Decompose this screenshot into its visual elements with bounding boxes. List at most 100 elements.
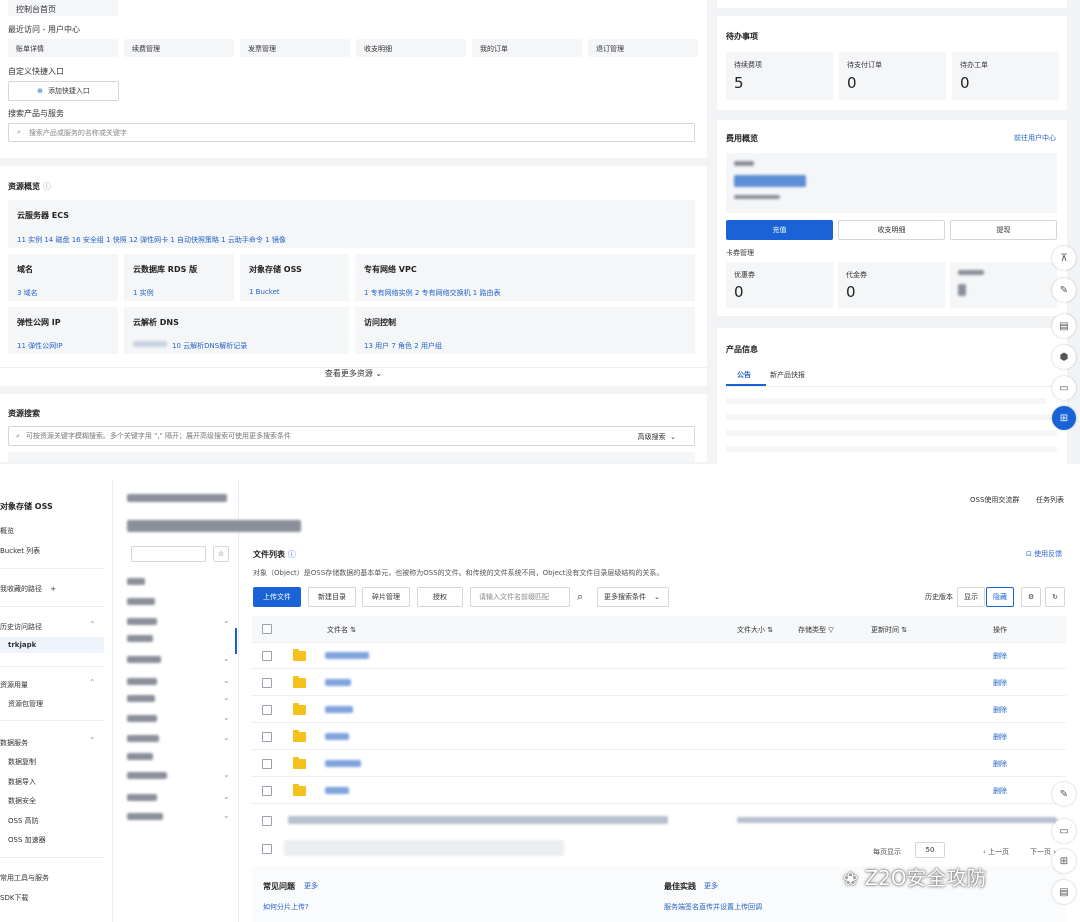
document-icon[interactable]: ▤: [1052, 314, 1076, 338]
nav-resource-pack[interactable]: 资源包管理: [8, 699, 43, 709]
best-practice-more-link[interactable]: 更多: [704, 881, 718, 891]
file-name-link-blurred[interactable]: [325, 679, 351, 686]
row-checkbox[interactable]: [262, 844, 272, 854]
resource-tile[interactable]: 域名 3 域名: [8, 254, 118, 301]
chevron-up-icon[interactable]: ⌃: [89, 736, 96, 745]
back-to-top-icon[interactable]: ⊼: [1052, 246, 1076, 270]
recent-item-1[interactable]: 续费管理: [124, 39, 234, 57]
authorize-button[interactable]: 授权: [417, 587, 463, 607]
resource-tile[interactable]: 云解析 DNS 10 云解析DNS解析记录: [124, 307, 349, 354]
chevron-up-icon[interactable]: ⌃: [89, 678, 96, 687]
more-resources-link[interactable]: 查看更多资源 ⌄: [0, 367, 707, 379]
recent-item-3[interactable]: 收支明细: [356, 39, 466, 57]
best-practice-item-link[interactable]: 服务端签名直传并设置上传回调: [664, 902, 762, 912]
row-checkbox[interactable]: [262, 759, 272, 769]
chevron-down-icon[interactable]: ⌄: [223, 676, 230, 685]
fee-card[interactable]: 代金券 0: [838, 262, 945, 308]
row-checkbox[interactable]: [262, 651, 272, 661]
user-center-link[interactable]: 前往用户中心: [1014, 133, 1056, 143]
delete-link[interactable]: 删除: [993, 678, 1007, 688]
chevron-up-icon[interactable]: ⌃: [89, 620, 96, 629]
add-entry-button[interactable]: ⊕ 添加快捷入口: [8, 81, 119, 101]
file-name-link-blurred[interactable]: [325, 760, 361, 767]
tree-scroll-indicator[interactable]: [235, 628, 237, 654]
row-checkbox[interactable]: [262, 732, 272, 742]
chat-icon[interactable]: ▭: [1052, 376, 1076, 400]
file-prefix-search-input[interactable]: 请输入文件名前缀匹配: [470, 587, 570, 607]
prev-page[interactable]: ‹ 上一页: [983, 847, 1009, 857]
recent-item-0[interactable]: 账单详情: [8, 39, 118, 57]
nav-data-item[interactable]: OSS 加速器: [8, 835, 46, 845]
chevron-down-icon[interactable]: ⌄: [223, 770, 230, 779]
advanced-search-toggle[interactable]: 高级搜索 ⌄: [638, 432, 676, 442]
withdraw-button[interactable]: 提现: [950, 220, 1057, 240]
feedback-link[interactable]: ⊡ 使用反馈: [1026, 549, 1062, 559]
edit-icon[interactable]: ✎: [1052, 278, 1076, 302]
grid-icon[interactable]: ⊞: [1052, 849, 1076, 873]
ecs-tile[interactable]: 云服务器 ECS 11 实例 14 磁盘 16 安全组 1 快照 12 弹性网卡…: [8, 200, 695, 248]
delete-link[interactable]: 删除: [993, 759, 1007, 769]
product-search-input[interactable]: ⌕ 搜索产品或服务的名称或关键字: [8, 123, 695, 142]
nav-data-item[interactable]: 数据复制: [8, 757, 36, 767]
delete-link[interactable]: 删除: [993, 732, 1007, 742]
oss-group-link[interactable]: OSS使用交流群: [970, 495, 1019, 505]
per-page-select[interactable]: 50: [915, 842, 945, 858]
nav-data-item[interactable]: 数据导入: [8, 777, 36, 787]
tree-search-input[interactable]: [131, 546, 206, 562]
todo-item[interactable]: 待办工单 0: [952, 52, 1059, 100]
show-toggle[interactable]: 显示: [957, 587, 985, 607]
nav-favorites[interactable]: 我收藏的路径 +: [0, 584, 56, 594]
cube-icon[interactable]: ⬢: [1052, 345, 1076, 369]
resource-search-input[interactable]: ⌕ 可按资源关键字模糊搜索。多个关键字用 "," 隔开；展开高级搜索可使用更多搜索…: [8, 426, 695, 446]
row-checkbox[interactable]: [262, 786, 272, 796]
recharge-button[interactable]: 充值: [726, 220, 833, 240]
nav-resource-group[interactable]: 资源用量: [0, 680, 28, 690]
chevron-down-icon[interactable]: ⌄: [223, 654, 230, 663]
console-home-link[interactable]: 控制台首页: [8, 0, 118, 16]
fee-card[interactable]: 优惠券 0: [726, 262, 833, 308]
upload-button[interactable]: 上传文件: [253, 587, 301, 607]
row-checkbox[interactable]: [262, 678, 272, 688]
new-directory-button[interactable]: 新建目录: [308, 587, 356, 607]
chevron-down-icon[interactable]: ⌄: [223, 693, 230, 702]
nav-overview[interactable]: 概览: [0, 526, 14, 536]
col-size[interactable]: 文件大小 ⇅: [737, 625, 773, 635]
chevron-down-icon[interactable]: ⌄: [223, 733, 230, 742]
file-name-link-blurred[interactable]: [325, 652, 369, 659]
resource-tile[interactable]: 弹性公网 IP 11 弹性公网IP: [8, 307, 118, 354]
task-list-link[interactable]: 任务列表: [1036, 495, 1064, 505]
resource-tile[interactable]: 访问控制 13 用户 7 角色 2 用户组: [355, 307, 695, 354]
resource-tile[interactable]: 专有网络 VPC 1 专有网络实例 2 专有网络交换机 1 路由表: [355, 254, 695, 301]
chevron-down-icon[interactable]: ⌄: [223, 792, 230, 801]
file-name-link-blurred[interactable]: [325, 706, 353, 713]
star-icon[interactable]: ☆: [213, 546, 229, 562]
col-storage[interactable]: 存储类型 ▽: [798, 625, 834, 635]
nav-sdk-download[interactable]: SDK下载: [0, 893, 28, 903]
todo-item[interactable]: 待支付订单 0: [839, 52, 946, 100]
fragments-button[interactable]: 碎片管理: [362, 587, 410, 607]
fee-details-button[interactable]: 收支明细: [838, 220, 945, 240]
delete-link[interactable]: 删除: [993, 786, 1007, 796]
tab-announcements[interactable]: 公告: [737, 370, 751, 380]
tab-new-products[interactable]: 新产品快报: [770, 370, 805, 380]
hide-toggle[interactable]: 隐藏: [986, 587, 1014, 607]
search-icon[interactable]: ⌕: [577, 590, 583, 604]
select-all-checkbox[interactable]: [262, 624, 272, 634]
nav-data-service[interactable]: 数据服务: [0, 738, 28, 748]
faq-item-link[interactable]: 如何分片上传?: [263, 902, 309, 912]
delete-link[interactable]: 删除: [993, 705, 1007, 715]
chevron-down-icon[interactable]: ⌄: [223, 616, 230, 625]
nav-history-group[interactable]: 历史访问路径: [0, 622, 42, 632]
faq-more-link[interactable]: 更多: [304, 881, 318, 891]
delete-link[interactable]: 删除: [993, 651, 1007, 661]
nav-history-item[interactable]: trkjapk: [8, 641, 36, 649]
resource-tile[interactable]: 对象存储 OSS 1 Bucket: [240, 254, 349, 301]
nav-data-item[interactable]: 数据安全: [8, 796, 36, 806]
recent-item-4[interactable]: 我的订单: [472, 39, 582, 57]
settings-gear-icon[interactable]: ⚙: [1021, 587, 1041, 607]
more-search-select[interactable]: 更多搜索条件 ⌄: [597, 587, 669, 607]
recent-item-2[interactable]: 发票管理: [240, 39, 350, 57]
nav-tools[interactable]: 常用工具与服务: [0, 873, 49, 883]
col-updated[interactable]: 更新时间 ⇅: [871, 625, 907, 635]
chevron-down-icon[interactable]: ⌄: [223, 811, 230, 820]
